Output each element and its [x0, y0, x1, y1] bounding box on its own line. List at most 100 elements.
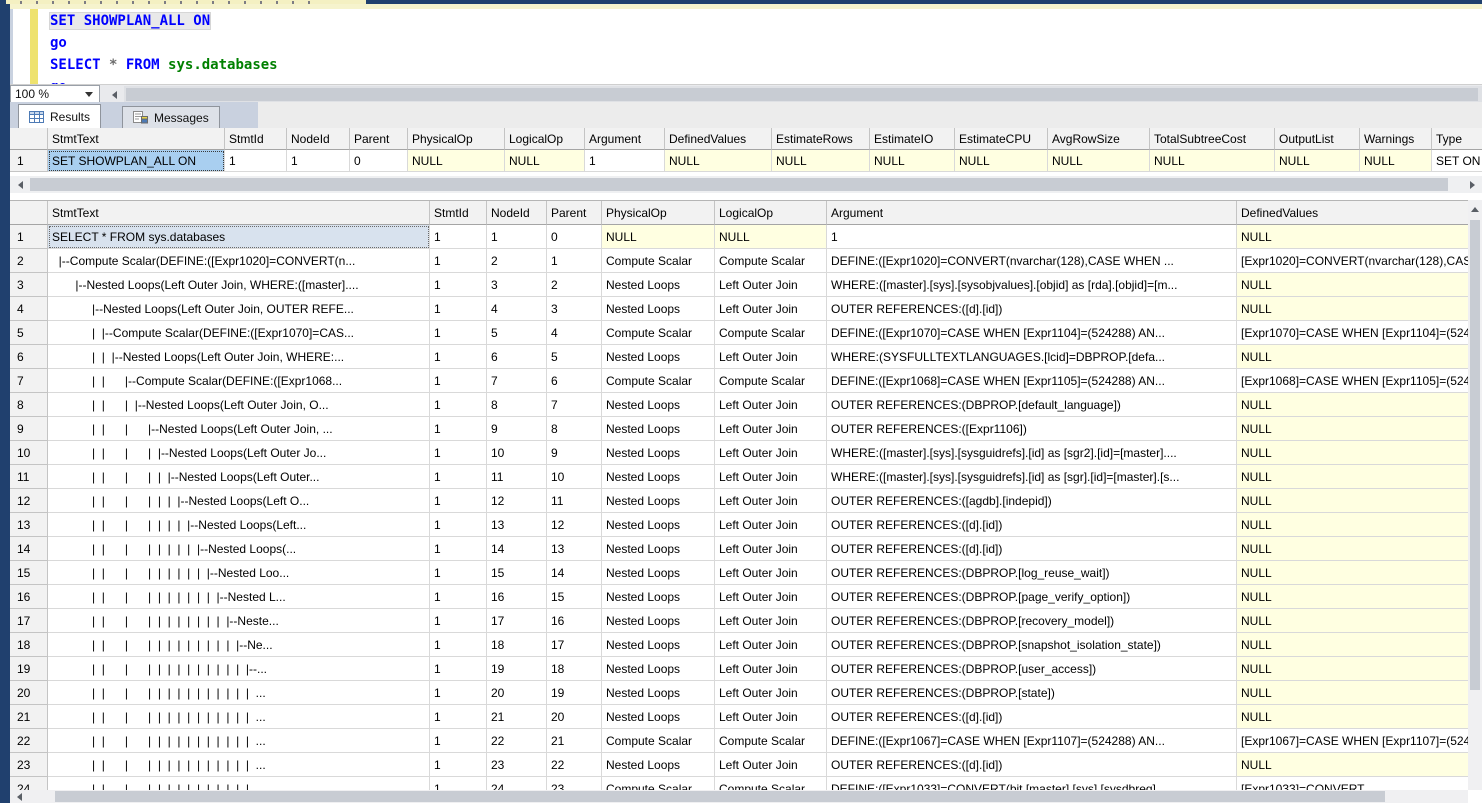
cell[interactable]: 1 [430, 753, 487, 777]
corner-header[interactable] [10, 128, 48, 150]
cell[interactable]: OUTER REFERENCES:([d].[id]) [827, 297, 1237, 321]
cell[interactable]: 1 [225, 150, 287, 172]
cell[interactable]: 1 [430, 561, 487, 585]
cell[interactable]: Nested Loops [602, 441, 715, 465]
column-header[interactable]: Type [1432, 128, 1482, 150]
column-header[interactable]: LogicalOp [505, 128, 585, 150]
cell[interactable]: Nested Loops [602, 393, 715, 417]
cell[interactable]: Compute Scalar [602, 729, 715, 753]
grid1-horizontal-scrollbar[interactable] [10, 176, 1482, 193]
cell[interactable]: NULL [1237, 345, 1468, 369]
cell[interactable]: 22 [547, 753, 602, 777]
cell[interactable]: Left Outer Join [715, 441, 827, 465]
document-tab-partial[interactable] [6, 0, 366, 4]
cell[interactable]: 7 [547, 393, 602, 417]
cell[interactable]: 1 [430, 345, 487, 369]
cell[interactable]: Nested Loops [602, 537, 715, 561]
row-header[interactable]: 10 [10, 441, 48, 465]
column-header[interactable]: TotalSubtreeCost [1150, 128, 1275, 150]
column-header[interactable]: Warnings [1360, 128, 1432, 150]
cell[interactable]: |--Compute Scalar(DEFINE:([Expr1020]=CON… [48, 249, 430, 273]
editor-hscroll-thumb[interactable] [126, 88, 1478, 101]
cell[interactable]: NULL [1237, 609, 1468, 633]
column-header[interactable]: StmtId [430, 201, 487, 225]
cell[interactable]: SET SHOWPLAN_ALL ON [48, 150, 225, 172]
cell[interactable]: |--Nested Loops(Left Outer Join, WHERE:(… [48, 273, 430, 297]
cell[interactable]: [Expr1070]=CASE WHEN [Expr1104]=(524288 [1237, 321, 1468, 345]
cell[interactable]: Left Outer Join [715, 345, 827, 369]
cell[interactable]: DEFINE:([Expr1033]=CONVERT(bit,[master].… [827, 777, 1237, 790]
cell[interactable]: Nested Loops [602, 345, 715, 369]
sql-code[interactable]: SET SHOWPLAN_ALL ONgoSELECT * FROM sys.d… [50, 10, 278, 84]
column-header[interactable]: StmtText [48, 128, 225, 150]
cell[interactable]: [Expr1067]=CASE WHEN [Expr1107]=(524288 [1237, 729, 1468, 753]
cell[interactable]: OUTER REFERENCES:(DBPROP.[log_reuse_wait… [827, 561, 1237, 585]
code-line[interactable]: SET SHOWPLAN_ALL ON [50, 10, 278, 32]
cell[interactable]: WHERE:([master].[sys].[sysguidrefs].[id]… [827, 465, 1237, 489]
row-header[interactable]: 7 [10, 369, 48, 393]
cell[interactable]: | | | | | | | | |--Nested Loops(... [48, 537, 430, 561]
cell[interactable]: OUTER REFERENCES:([agdb].[indepid]) [827, 489, 1237, 513]
cell[interactable]: 0 [350, 150, 408, 172]
cell[interactable]: Nested Loops [602, 681, 715, 705]
cell[interactable]: [Expr1020]=CONVERT(nvarchar(128),CASE WH [1237, 249, 1468, 273]
column-header[interactable]: EstimateCPU [955, 128, 1048, 150]
cell[interactable]: NULL [665, 150, 772, 172]
cell[interactable]: | | | | | | |--Nested Loops(Left O... [48, 489, 430, 513]
cell[interactable]: 19 [547, 681, 602, 705]
column-header[interactable]: Argument [827, 201, 1237, 225]
cell[interactable]: Left Outer Join [715, 681, 827, 705]
cell[interactable]: 1 [430, 369, 487, 393]
cell[interactable]: 0 [547, 225, 602, 249]
column-header[interactable]: DefinedValues [665, 128, 772, 150]
cell[interactable]: 4 [487, 297, 547, 321]
cell[interactable]: OUTER REFERENCES:([d].[id]) [827, 753, 1237, 777]
cell[interactable]: 18 [547, 657, 602, 681]
cell[interactable]: 1 [487, 225, 547, 249]
cell[interactable]: NULL [1237, 561, 1468, 585]
cell[interactable]: Nested Loops [602, 489, 715, 513]
column-header[interactable]: NodeId [287, 128, 350, 150]
row-header[interactable]: 17 [10, 609, 48, 633]
chevron-down-icon[interactable] [82, 86, 96, 102]
cell[interactable]: 15 [547, 585, 602, 609]
cell[interactable]: 9 [487, 417, 547, 441]
cell[interactable]: NULL [1237, 297, 1468, 321]
cell[interactable]: 6 [547, 369, 602, 393]
cell[interactable]: NULL [1048, 150, 1150, 172]
editor-horizontal-scrollbar[interactable] [124, 86, 1482, 103]
cell[interactable]: Compute Scalar [715, 369, 827, 393]
cell[interactable]: 1 [430, 537, 487, 561]
cell[interactable]: OUTER REFERENCES:([d].[id]) [827, 705, 1237, 729]
cell[interactable]: Compute Scalar [602, 249, 715, 273]
cell[interactable]: 24 [487, 777, 547, 790]
cell[interactable]: | | | |--Nested Loops(Left Outer Join, O… [48, 393, 430, 417]
column-header[interactable]: StmtText [48, 201, 430, 225]
cell[interactable]: 12 [487, 489, 547, 513]
cell[interactable]: 1 [430, 441, 487, 465]
row-header[interactable]: 6 [10, 345, 48, 369]
cell[interactable]: Left Outer Join [715, 513, 827, 537]
cell[interactable]: 3 [547, 297, 602, 321]
cell[interactable]: 18 [487, 633, 547, 657]
cell[interactable]: 1 [430, 273, 487, 297]
cell[interactable]: Compute Scalar [715, 321, 827, 345]
cell[interactable]: [Expr1068]=CASE WHEN [Expr1105]=(524288 [1237, 369, 1468, 393]
cell[interactable]: NULL [1237, 417, 1468, 441]
cell[interactable]: | | | | | | | | | | | |--Neste... [48, 609, 430, 633]
cell[interactable]: | | |--Nested Loops(Left Outer Join, WHE… [48, 345, 430, 369]
cell[interactable]: NULL [1237, 393, 1468, 417]
cell[interactable]: | | |--Compute Scalar(DEFINE:([Expr1068.… [48, 369, 430, 393]
cell[interactable]: WHERE:([master].[sys].[sysguidrefs].[id]… [827, 441, 1237, 465]
cell[interactable]: DEFINE:([Expr1068]=CASE WHEN [Expr1105]=… [827, 369, 1237, 393]
cell[interactable]: OUTER REFERENCES:(DBPROP.[state]) [827, 681, 1237, 705]
cell[interactable]: Left Outer Join [715, 297, 827, 321]
cell[interactable]: | | | | | | | | | | |--Nested L... [48, 585, 430, 609]
grid1-hscroll-thumb[interactable] [30, 178, 1448, 191]
tab-messages[interactable]: Messages [122, 106, 220, 128]
cell[interactable]: NULL [1237, 537, 1468, 561]
cell[interactable]: 13 [487, 513, 547, 537]
cell[interactable]: 17 [547, 633, 602, 657]
cell[interactable]: 2 [487, 249, 547, 273]
cell[interactable]: 10 [547, 465, 602, 489]
